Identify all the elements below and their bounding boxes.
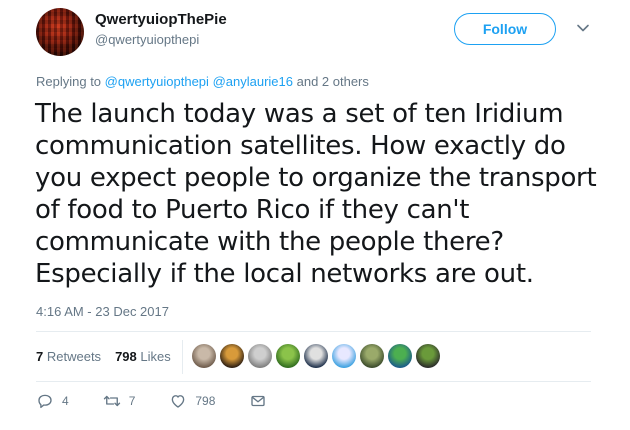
replying-prefix: Replying to	[36, 74, 102, 89]
tweet-timestamp[interactable]: 4:16 AM - 23 Dec 2017	[36, 304, 169, 319]
author-display-name[interactable]: QwertyuiopThePie	[95, 11, 227, 28]
liker-avatar[interactable]	[276, 344, 300, 368]
retweet-action[interactable]: 7	[103, 392, 136, 410]
retweet-count: 7	[128, 394, 136, 408]
like-count: 798	[195, 394, 216, 408]
tweet-actions: 4 7 798	[36, 392, 301, 410]
author-avatar[interactable]	[36, 8, 84, 56]
like-action[interactable]: 798	[169, 392, 215, 410]
divider	[36, 331, 591, 332]
liker-avatar[interactable]	[332, 344, 356, 368]
liker-avatar[interactable]	[248, 344, 272, 368]
liker-avatar[interactable]	[304, 344, 328, 368]
liker-avatar[interactable]	[192, 344, 216, 368]
direct-message-action[interactable]	[249, 392, 267, 410]
liker-avatar[interactable]	[416, 344, 440, 368]
replying-others[interactable]: and 2 others	[297, 74, 369, 89]
reply-count: 4	[62, 394, 69, 408]
reply-icon	[38, 394, 52, 409]
author-handle[interactable]: @qwertyuiopthepi	[95, 32, 199, 47]
heart-icon	[172, 395, 185, 408]
tweet-text: The launch today was a set of ten Iridiu…	[35, 99, 597, 289]
follow-button[interactable]: Follow	[454, 13, 556, 45]
envelope-icon	[251, 395, 266, 407]
replying-to-line: Replying to @qwertyuiopthepi @anylaurie1…	[36, 74, 369, 89]
likes-stat[interactable]: 798 Likes	[115, 349, 171, 364]
stats-separator	[182, 340, 183, 374]
chevron-down-icon[interactable]	[575, 20, 591, 36]
divider	[36, 381, 591, 382]
liker-avatar[interactable]	[360, 344, 384, 368]
mention-link[interactable]: @qwertyuiopthepi	[105, 74, 209, 89]
retweets-stat[interactable]: 7 Retweets	[36, 349, 101, 364]
engagement-stats: 7 Retweets 798 Likes	[36, 349, 171, 364]
retweet-icon	[103, 395, 120, 407]
reply-action[interactable]: 4	[36, 392, 69, 410]
liker-avatar[interactable]	[388, 344, 412, 368]
likers-avatars	[192, 344, 440, 368]
mention-link[interactable]: @anylaurie16	[213, 74, 293, 89]
liker-avatar[interactable]	[220, 344, 244, 368]
